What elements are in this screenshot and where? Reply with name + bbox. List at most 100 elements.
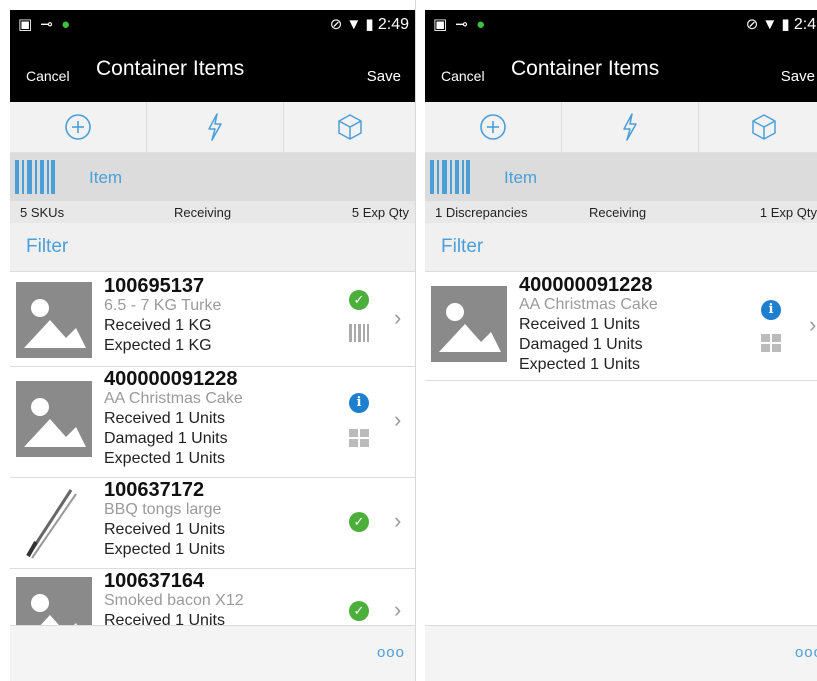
more-options-button[interactable]: ooo bbox=[377, 644, 405, 661]
add-circle-icon bbox=[479, 114, 506, 140]
clock: 2:49 bbox=[377, 16, 409, 33]
info-icon: i bbox=[761, 300, 781, 320]
barcode-small-icon bbox=[349, 429, 369, 447]
left-screen: ▣ ⊸ ● ⊘ ▼ ▮ 2:49 Cancel Container Items … bbox=[10, 0, 416, 681]
cube-icon bbox=[337, 114, 362, 140]
cancel-button[interactable]: Cancel bbox=[441, 68, 485, 84]
item-input-label: Item bbox=[89, 168, 123, 187]
item-description: AA Christmas Cake bbox=[519, 296, 658, 313]
bottom-bar: ooo bbox=[425, 625, 817, 681]
bbq-tongs-image bbox=[26, 489, 77, 559]
expected-qty: 5 Exp Qty bbox=[351, 205, 409, 220]
filter-bar: Filter bbox=[425, 223, 817, 272]
received-qty: Received 1 Units bbox=[104, 612, 225, 626]
discrepancy-count: 1 Discrepancies bbox=[435, 205, 528, 220]
save-button[interactable]: Save bbox=[367, 68, 401, 85]
sku-count: 5 SKUs bbox=[20, 205, 65, 220]
action-bar bbox=[10, 102, 415, 153]
filter-bar: Filter bbox=[10, 223, 415, 272]
action-bar bbox=[425, 102, 817, 153]
list-item[interactable]: 100637164 Smoked bacon X12 Received 1 Un… bbox=[10, 569, 415, 626]
damaged-qty: Damaged 1 Units bbox=[104, 430, 228, 447]
mode-label: Receiving bbox=[174, 205, 232, 220]
item-sku: 400000091228 bbox=[519, 274, 653, 296]
item-sku: 100637172 bbox=[104, 479, 205, 501]
expected-qty: Expected 1 KG bbox=[104, 337, 212, 354]
item-sku: 100637164 bbox=[104, 570, 205, 592]
save-button[interactable]: Save bbox=[781, 68, 815, 85]
info-icon: i bbox=[349, 393, 369, 413]
chevron-right-icon: › bbox=[394, 508, 402, 533]
page-title: Container Items bbox=[96, 57, 245, 80]
quick-action-button[interactable] bbox=[562, 102, 697, 152]
image-placeholder-icon bbox=[16, 381, 92, 457]
barcode-icon bbox=[15, 160, 55, 194]
quick-action-button[interactable] bbox=[147, 102, 282, 152]
list-item[interactable]: 400000091228 AA Christmas Cake Received … bbox=[10, 367, 415, 478]
lightning-icon bbox=[622, 113, 637, 141]
item-list: 100695137 6.5 - 7 KG Turke Received 1 KG… bbox=[10, 272, 415, 626]
barcode-icon bbox=[430, 160, 470, 194]
container-button[interactable] bbox=[284, 102, 415, 152]
title-bar: Cancel Container Items Save bbox=[425, 40, 817, 102]
item-scan-bar[interactable]: Item bbox=[10, 153, 415, 201]
clock: 2:49 bbox=[793, 16, 817, 33]
item-description: 6.5 - 7 KG Turke bbox=[104, 297, 222, 314]
title-bar: Cancel Container Items Save bbox=[10, 40, 415, 102]
chevron-right-icon: › bbox=[394, 407, 402, 432]
image-placeholder-icon bbox=[431, 286, 507, 362]
summary-bar: 1 Discrepancies Receiving 1 Exp Qty bbox=[425, 201, 817, 223]
item-sku: 100695137 bbox=[104, 275, 205, 297]
container-button[interactable] bbox=[699, 102, 817, 152]
add-button[interactable] bbox=[10, 102, 145, 152]
item-description: AA Christmas Cake bbox=[104, 390, 243, 407]
cancel-button[interactable]: Cancel bbox=[26, 68, 70, 84]
item-scan-bar[interactable]: Item bbox=[425, 153, 817, 201]
damaged-qty: Damaged 1 Units bbox=[519, 336, 643, 353]
notification-icons: ▣ ⊸ ● bbox=[18, 16, 73, 33]
add-button[interactable] bbox=[425, 102, 560, 152]
filter-button[interactable]: Filter bbox=[26, 236, 68, 258]
lightning-icon bbox=[207, 113, 222, 141]
received-qty: Received 1 KG bbox=[104, 317, 212, 334]
notification-icons: ▣ ⊸ ● bbox=[433, 16, 488, 33]
item-input-label: Item bbox=[504, 168, 538, 187]
expected-qty: 1 Exp Qty bbox=[759, 205, 817, 220]
chevron-right-icon: › bbox=[809, 312, 817, 337]
list-item[interactable]: 100637172 BBQ tongs large Received 1 Uni… bbox=[10, 478, 415, 569]
check-icon: ✓ bbox=[349, 601, 369, 621]
mode-label: Receiving bbox=[589, 205, 647, 220]
bottom-bar: ooo bbox=[10, 625, 415, 681]
received-qty: Received 1 Units bbox=[104, 410, 225, 427]
item-description: Smoked bacon X12 bbox=[104, 592, 244, 609]
system-icons: ⊘ ▼ ▮ 2:49 bbox=[746, 15, 817, 34]
list-item[interactable]: 100695137 6.5 - 7 KG Turke Received 1 KG… bbox=[10, 272, 415, 367]
right-screen: ▣ ⊸ ● ⊘ ▼ ▮ 2:49 Cancel Container Items … bbox=[425, 0, 817, 681]
barcode-small-icon bbox=[349, 324, 369, 342]
expected-qty: Expected 1 Units bbox=[104, 541, 225, 558]
received-qty: Received 1 Units bbox=[519, 316, 640, 333]
item-sku: 400000091228 bbox=[104, 368, 238, 390]
barcode-small-icon bbox=[761, 334, 781, 352]
status-bar: ▣ ⊸ ● ⊘ ▼ ▮ 2:49 bbox=[425, 10, 817, 40]
chevron-right-icon: › bbox=[394, 597, 402, 622]
filter-button[interactable]: Filter bbox=[441, 236, 483, 258]
chevron-right-icon: › bbox=[394, 305, 402, 330]
status-bar: ▣ ⊸ ● ⊘ ▼ ▮ 2:49 bbox=[10, 10, 415, 40]
cube-icon bbox=[752, 114, 776, 140]
check-icon: ✓ bbox=[349, 290, 369, 310]
more-options-button[interactable]: ooo bbox=[795, 644, 817, 661]
image-placeholder-icon bbox=[16, 577, 92, 626]
page-title: Container Items bbox=[511, 57, 660, 80]
list-item[interactable]: 400000091228 AA Christmas Cake Received … bbox=[425, 272, 817, 381]
expected-qty: Expected 1 Units bbox=[519, 356, 640, 373]
add-circle-icon bbox=[64, 114, 91, 140]
image-placeholder-icon bbox=[16, 282, 92, 358]
check-icon: ✓ bbox=[349, 512, 369, 532]
item-description: BBQ tongs large bbox=[104, 501, 222, 518]
expected-qty: Expected 1 Units bbox=[104, 450, 225, 467]
item-list: 400000091228 AA Christmas Cake Received … bbox=[425, 272, 817, 626]
system-icons: ⊘ ▼ ▮ 2:49 bbox=[329, 16, 409, 33]
received-qty: Received 1 Units bbox=[104, 521, 225, 538]
summary-bar: 5 SKUs Receiving 5 Exp Qty bbox=[10, 201, 415, 223]
